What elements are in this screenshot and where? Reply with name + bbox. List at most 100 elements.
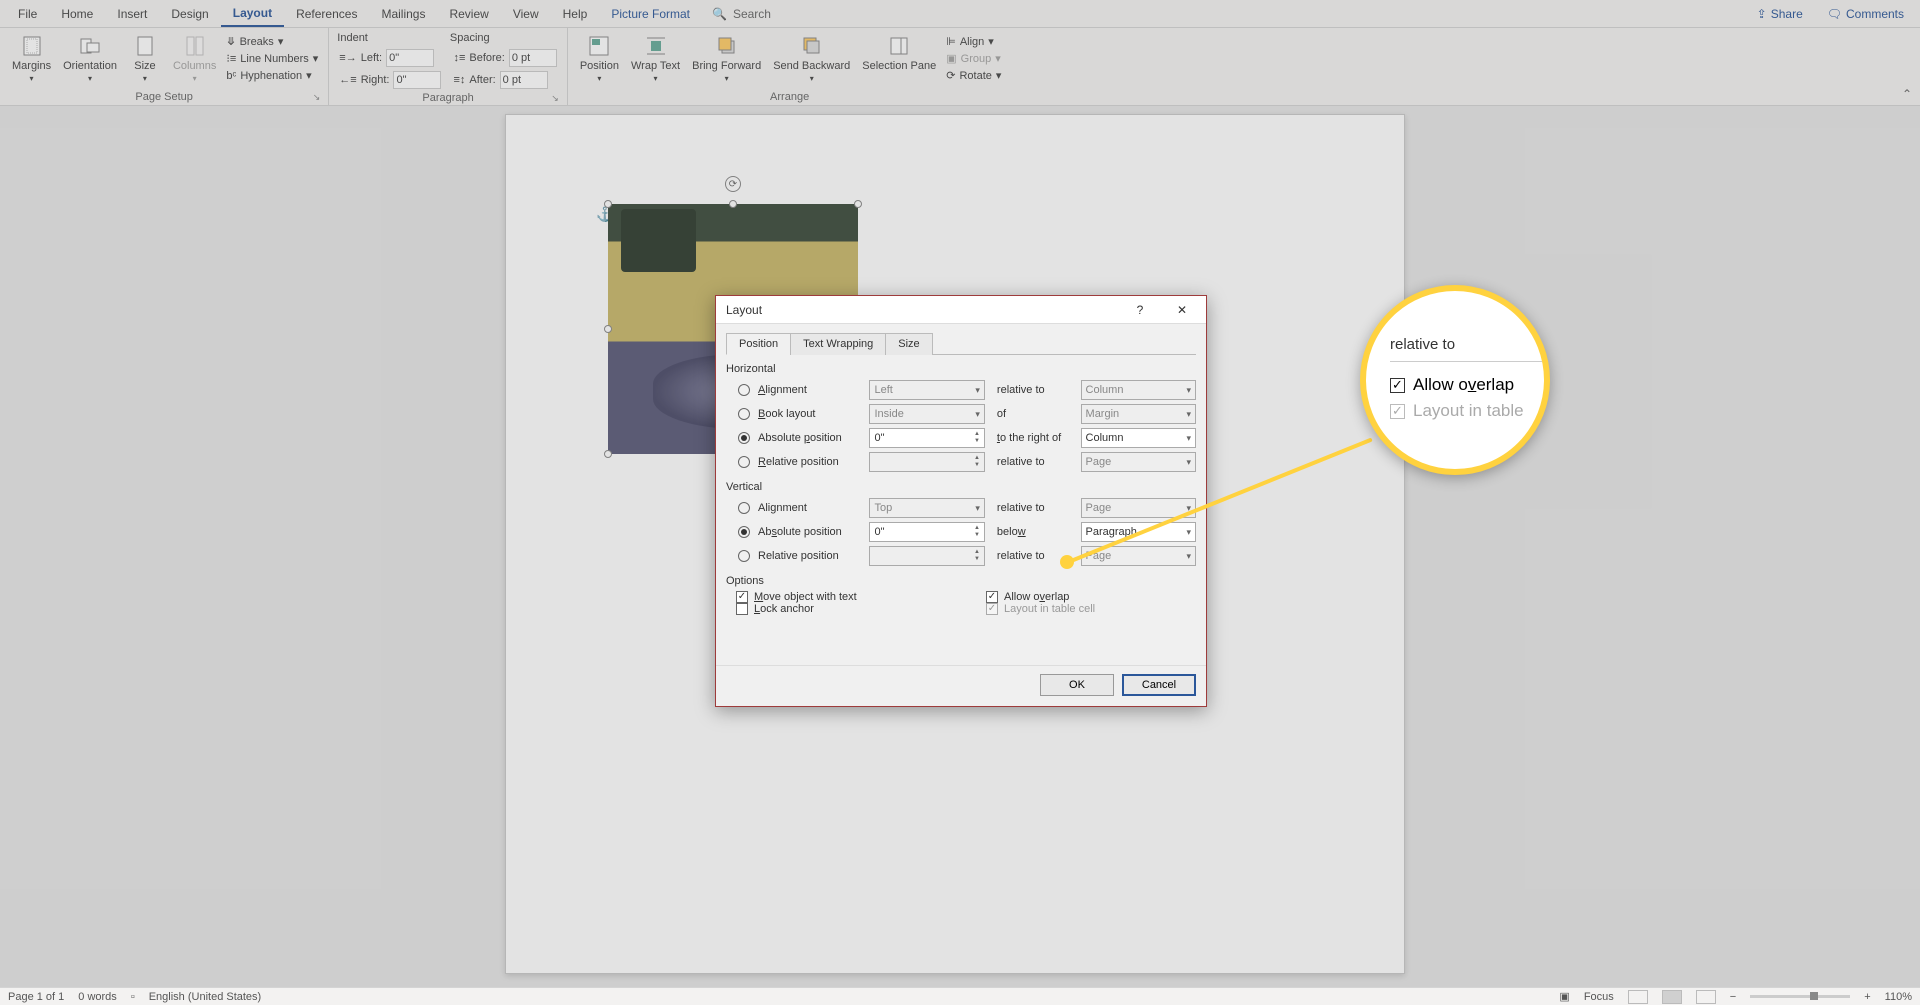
tab-view[interactable]: View [501,0,551,27]
resize-handle-tr[interactable] [854,200,862,208]
margins-button[interactable]: Margins▾ [8,32,55,85]
lock-anchor-checkbox[interactable] [736,603,748,615]
h-book-combo[interactable]: Inside▾ [869,404,984,424]
tab-references[interactable]: References [284,0,369,27]
comments-button[interactable]: 🗨Comments [1817,7,1914,21]
collapse-ribbon-icon[interactable]: ⌃ [1902,87,1912,101]
h-book-radio[interactable] [738,408,750,420]
h-rel-radio[interactable] [738,456,750,468]
move-object-check[interactable]: Move object with text [736,591,946,603]
tab-help[interactable]: Help [551,0,600,27]
indent-left[interactable]: ≡→Left:0" [337,48,443,68]
h-abs-radio[interactable] [738,432,750,444]
dialog-tab-size[interactable]: Size [885,333,932,355]
tab-mailings[interactable]: Mailings [369,0,437,27]
resize-handle-bl[interactable] [604,450,612,458]
lock-anchor-check[interactable]: Lock anchor [736,603,946,615]
status-lang[interactable]: English (United States) [149,991,262,1003]
status-focus[interactable]: Focus [1584,991,1614,1003]
tab-insert[interactable]: Insert [105,0,159,27]
magnifier-top: relative to [1390,336,1544,362]
v-alignment-radio[interactable] [738,502,750,514]
v-abs-spin[interactable]: 0"▲▼ [869,522,984,542]
status-words[interactable]: 0 words [78,991,117,1003]
selection-pane-button[interactable]: Selection Pane [858,32,940,74]
spacing-after[interactable]: ≡↕After:0 pt [451,70,558,90]
spacing-before[interactable]: ↕≡Before:0 pt [451,48,558,68]
search-box[interactable]: 🔍 Search [702,7,781,21]
indent-right[interactable]: ←≡Right:0" [337,70,443,90]
zoom-in-button[interactable]: + [1864,991,1870,1003]
view-print-layout[interactable] [1662,990,1682,1004]
v-abs-radio[interactable] [738,526,750,538]
paragraph-launcher[interactable]: ↘ [551,93,559,104]
tab-file[interactable]: File [6,0,49,27]
zoom-level[interactable]: 110% [1885,991,1912,1003]
zoom-slider[interactable] [1750,995,1850,998]
tab-design[interactable]: Design [159,0,220,27]
v-rel-radio[interactable] [738,550,750,562]
group-paragraph: Indent Spacing ≡→Left:0" ←≡Right:0" ↕≡Be… [329,28,568,105]
breaks-button[interactable]: ⤋Breaks ▾ [224,34,320,49]
page-setup-launcher[interactable]: ↘ [313,92,321,103]
hyphenation-icon: bᶜ [226,70,236,82]
rotate-button[interactable]: ⟳Rotate ▾ [944,68,1003,83]
h-alignment-radio[interactable] [738,384,750,396]
status-proofing-icon[interactable]: ▫ [131,991,135,1003]
share-button[interactable]: ⇪Share [1747,7,1813,21]
position-button[interactable]: Position▾ [576,32,623,85]
status-page[interactable]: Page 1 of 1 [8,991,64,1003]
h-abs-spin[interactable]: 0"▲▼ [869,428,984,448]
send-backward-button[interactable]: Send Backward▾ [769,32,854,85]
spacing-after-icon: ≡↕ [453,74,465,86]
h-alignment-rel-label: relative to [993,384,1073,396]
v-alignment-combo[interactable]: Top▾ [869,498,984,518]
orientation-button[interactable]: Orientation▾ [59,32,121,85]
view-read-mode[interactable] [1628,990,1648,1004]
send-backward-icon [800,34,824,58]
rotate-handle[interactable]: ⟳ [725,176,741,192]
dialog-help-button[interactable]: ? [1122,299,1158,321]
dialog-tabs: Position Text Wrapping Size [726,332,1196,355]
size-button[interactable]: Size▾ [125,32,165,85]
group-button[interactable]: ▣Group ▾ [944,51,1003,66]
magnifier-overlap-check-icon [1390,378,1405,393]
align-button[interactable]: ⊫Align ▾ [944,34,1003,49]
dialog-close-button[interactable]: ✕ [1164,299,1200,321]
cancel-button[interactable]: Cancel [1122,674,1196,696]
tab-layout[interactable]: Layout [221,0,284,27]
columns-button[interactable]: Columns▾ [169,32,220,85]
move-object-checkbox[interactable] [736,591,748,603]
hyphenation-button[interactable]: bᶜHyphenation ▾ [224,68,320,83]
dialog-tab-position[interactable]: Position [726,333,791,355]
resize-handle-tl[interactable] [604,200,612,208]
h-rel-rel-combo[interactable]: Page▾ [1081,452,1196,472]
h-alignment-rel-combo[interactable]: Column▾ [1081,380,1196,400]
ok-button[interactable]: OK [1040,674,1114,696]
share-icon: ⇪ [1757,7,1767,21]
dialog-tab-text-wrapping[interactable]: Text Wrapping [790,333,886,355]
layout-dialog: Layout ? ✕ Position Text Wrapping Size H… [715,295,1207,707]
tab-home[interactable]: Home [49,0,105,27]
wrap-text-button[interactable]: Wrap Text▾ [627,32,684,85]
line-numbers-button[interactable]: ⁝≡Line Numbers ▾ [224,51,320,66]
zoom-out-button[interactable]: − [1730,991,1736,1003]
layout-in-table-check: Layout in table cell [986,603,1095,615]
tab-review[interactable]: Review [437,0,500,27]
rotate-icon: ⟳ [946,69,955,82]
h-rel-spin[interactable]: ▲▼ [869,452,984,472]
allow-overlap-checkbox[interactable] [986,591,998,603]
bring-forward-button[interactable]: Bring Forward▾ [688,32,765,85]
h-abs-rel-combo[interactable]: Column▾ [1081,428,1196,448]
tab-picture-format[interactable]: Picture Format [599,0,702,27]
h-book-rel-combo[interactable]: Margin▾ [1081,404,1196,424]
h-alignment-combo[interactable]: Left▾ [869,380,984,400]
allow-overlap-check[interactable]: Allow overlap [986,591,1095,603]
view-web-layout[interactable] [1696,990,1716,1004]
resize-handle-tm[interactable] [729,200,737,208]
resize-handle-ml[interactable] [604,325,612,333]
focus-mode-icon[interactable]: ▣ [1559,990,1569,1003]
dialog-title: Layout [726,303,762,317]
v-rel-spin[interactable]: ▲▼ [869,546,984,566]
dialog-titlebar[interactable]: Layout ? ✕ [716,296,1206,324]
